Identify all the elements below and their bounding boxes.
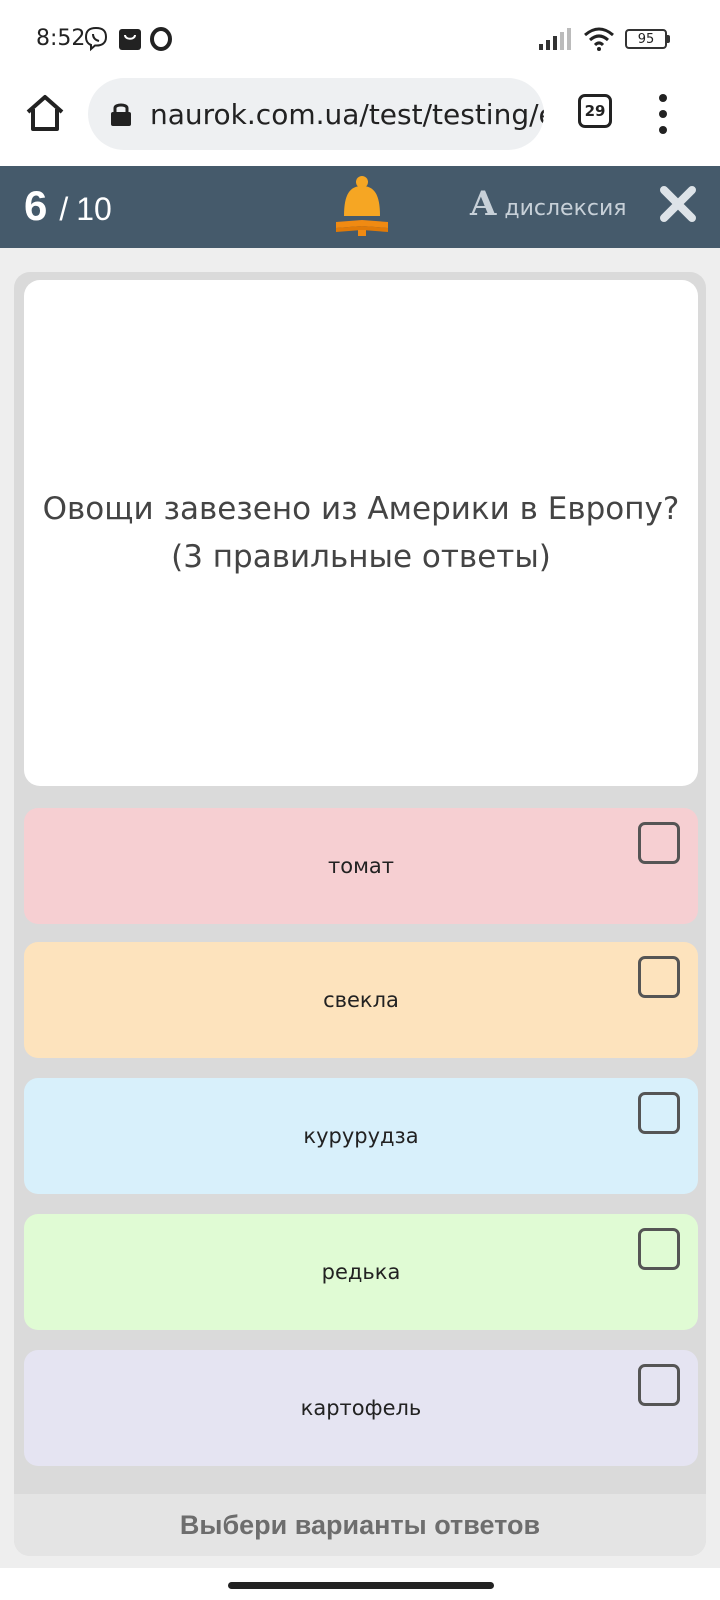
url-text[interactable]: naurok.com.ua/test/testing/e bbox=[150, 98, 544, 131]
question-text: Овощи завезено из Америки в Европу? (3 п… bbox=[42, 491, 680, 575]
shopping-bag-icon bbox=[119, 29, 141, 50]
dyslexia-toggle[interactable]: A дислексия bbox=[470, 184, 627, 224]
answer-option[interactable]: свекла bbox=[24, 942, 698, 1058]
battery-indicator: 95 bbox=[625, 29, 670, 49]
answer-option-label: томат bbox=[327, 854, 395, 878]
battery-tip bbox=[667, 35, 670, 43]
answer-option-label: курурудза bbox=[303, 1124, 419, 1148]
wifi-icon bbox=[584, 27, 614, 51]
status-right: 95 bbox=[539, 26, 670, 52]
answer-checkbox[interactable] bbox=[638, 822, 680, 864]
menu-dot bbox=[659, 94, 667, 102]
tab-switcher-button[interactable]: 29 bbox=[578, 94, 612, 128]
home-icon[interactable] bbox=[24, 92, 66, 134]
answer-option[interactable]: картофель bbox=[24, 1350, 698, 1466]
question-card: Овощи завезено из Америки в Европу? (3 п… bbox=[24, 280, 698, 786]
answer-option[interactable]: редька bbox=[24, 1214, 698, 1330]
dyslexia-font-icon: A bbox=[470, 184, 497, 224]
status-bar: 8:52 95 bbox=[0, 0, 720, 80]
opera-icon bbox=[150, 27, 172, 51]
status-time: 8:52 bbox=[36, 26, 86, 51]
current-question-number: 6 bbox=[24, 182, 48, 229]
menu-dot bbox=[659, 110, 667, 118]
battery-level: 95 bbox=[625, 29, 667, 49]
dyslexia-label: дислексия bbox=[504, 196, 627, 221]
viber-icon bbox=[84, 26, 108, 52]
quiz-header: 6 / 10 A дислексия bbox=[0, 166, 720, 248]
answer-checkbox[interactable] bbox=[638, 956, 680, 998]
answer-checkbox[interactable] bbox=[638, 1228, 680, 1270]
counter-separator: / bbox=[59, 191, 69, 227]
answer-option-label: картофель bbox=[300, 1396, 422, 1420]
answer-option-label: редька bbox=[321, 1260, 401, 1284]
lock-icon bbox=[111, 103, 131, 126]
question-counter: 6 / 10 bbox=[24, 182, 112, 230]
total-questions: 10 bbox=[76, 191, 112, 227]
answer-instruction: Выбери варианты ответов bbox=[179, 1509, 541, 1540]
browser-menu-icon[interactable] bbox=[654, 94, 672, 134]
signal-icon bbox=[539, 28, 571, 50]
answer-option-label: свекла bbox=[323, 988, 399, 1012]
bell-icon[interactable] bbox=[334, 174, 390, 240]
close-icon[interactable] bbox=[660, 186, 696, 222]
answer-instruction-bar: Выбери варианты ответов bbox=[14, 1494, 706, 1556]
menu-dot bbox=[659, 126, 667, 134]
address-bar[interactable]: naurok.com.ua/test/testing/e bbox=[88, 78, 544, 150]
answer-option[interactable]: томат bbox=[24, 808, 698, 924]
answer-checkbox[interactable] bbox=[638, 1364, 680, 1406]
browser-toolbar: naurok.com.ua/test/testing/e 29 bbox=[0, 78, 720, 166]
gesture-bar[interactable] bbox=[228, 1582, 494, 1589]
answer-option[interactable]: курурудза bbox=[24, 1078, 698, 1194]
answer-checkbox[interactable] bbox=[638, 1092, 680, 1134]
